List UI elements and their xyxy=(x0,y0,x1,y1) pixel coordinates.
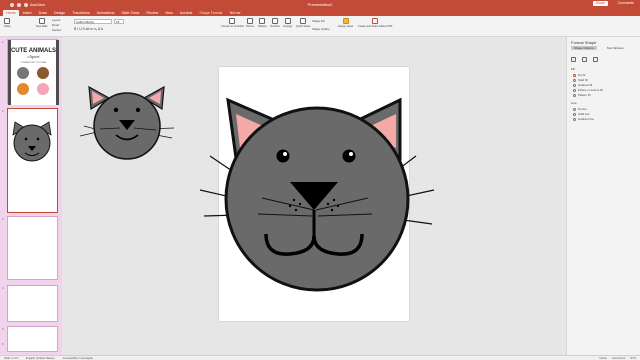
fill-section-header[interactable]: Fill xyxy=(571,67,575,71)
text-box-button[interactable]: Text Box xyxy=(270,18,280,28)
zoom-level[interactable]: 87% xyxy=(630,356,636,360)
format-pane-title: Format Shape xyxy=(571,40,597,45)
slide-1-subtitle: clipart xyxy=(28,54,41,59)
paste-button[interactable]: Paste xyxy=(4,18,11,28)
new-slide-button[interactable]: New Slide xyxy=(36,18,48,28)
large-cat-shape[interactable] xyxy=(200,96,440,292)
size-properties-icon[interactable] xyxy=(593,57,598,62)
pdf-icon xyxy=(372,18,379,24)
reset-button[interactable]: Reset xyxy=(52,23,59,27)
small-cat-shape[interactable] xyxy=(80,84,176,160)
language-status[interactable]: English (United States) xyxy=(26,356,55,360)
slide-number-3: 3 xyxy=(2,217,4,221)
slide-1-caption: POWERPOINT TUTORIAL xyxy=(20,61,47,64)
slide-number-4: 4 xyxy=(2,286,4,290)
line-option-no-line[interactable]: No line xyxy=(573,107,587,111)
title-bar: AutoSave Presentation2 xyxy=(0,0,640,9)
radio-icon xyxy=(573,78,576,82)
radio-icon xyxy=(573,117,576,121)
fill-line-icon[interactable] xyxy=(571,57,576,62)
shape-outline-button[interactable]: Shape Outline xyxy=(312,27,330,31)
slide-thumbnail-2[interactable] xyxy=(7,108,58,213)
font-format-buttons[interactable]: B I U S ab x² x₂ A A xyxy=(74,27,103,31)
quick-styles-icon xyxy=(300,18,307,24)
picture-button[interactable]: Picture xyxy=(246,18,254,28)
radio-icon xyxy=(573,88,576,92)
slide-count: Slide 2 of 6 xyxy=(4,356,18,360)
text-box-icon xyxy=(271,18,278,24)
comments-button[interactable]: Comments xyxy=(618,1,634,6)
font-name-select[interactable]: Calibri (Body) xyxy=(74,19,112,24)
quick-styles-button[interactable]: Quick Styles xyxy=(296,18,310,28)
radio-icon xyxy=(573,73,576,77)
fill-option-pattern[interactable]: Pattern fill xyxy=(573,93,590,97)
shapes-icon xyxy=(259,18,266,24)
tab-shape-options[interactable]: Shape Options xyxy=(571,46,597,50)
clipboard-icon xyxy=(4,18,11,24)
share-button[interactable]: Share xyxy=(592,1,608,6)
font-size-select[interactable]: 18 xyxy=(114,19,124,24)
layout-button[interactable]: Layout xyxy=(52,18,60,22)
line-section-header[interactable]: Line xyxy=(571,101,577,105)
shapes-button[interactable]: Shapes xyxy=(258,18,267,28)
slide-1-preview: CUTE ANIMALS clipart POWERPOINT TUTORIAL xyxy=(8,40,59,105)
status-bar: Slide 2 of 6 English (United States) Acc… xyxy=(0,355,640,360)
line-option-solid[interactable]: Solid line xyxy=(573,112,589,116)
radio-icon xyxy=(573,83,576,87)
slide-2-preview xyxy=(8,109,57,212)
fill-option-gradient[interactable]: Gradient fill xyxy=(573,83,592,87)
picture-icon xyxy=(247,18,254,24)
slide-number-2: 2 xyxy=(2,109,4,113)
line-option-gradient[interactable]: Gradient line xyxy=(573,117,594,121)
slide-number-6: 6 xyxy=(2,342,4,346)
slide-number-5: 5 xyxy=(2,327,4,331)
radio-icon xyxy=(573,107,576,111)
smartart-icon xyxy=(229,18,236,24)
arrange-button[interactable]: Arrange xyxy=(283,18,292,28)
slide-thumbnail-3[interactable] xyxy=(7,216,58,280)
tab-text-options[interactable]: Text Options xyxy=(607,46,624,50)
convert-smartart-button[interactable]: Convert to SmartArt xyxy=(221,18,244,28)
design-ideas-icon xyxy=(342,18,349,24)
slide-thumbnail-1[interactable]: CUTE ANIMALS clipart POWERPOINT TUTORIAL xyxy=(7,39,59,105)
design-ideas-button[interactable]: Design Ideas xyxy=(338,18,353,28)
slide-thumbnail-4[interactable] xyxy=(7,285,58,322)
accessibility-status[interactable]: Accessibility: Investigate xyxy=(63,356,93,360)
slide-thumbnail-panel[interactable]: 1 CUTE ANIMALS clipart POWERPOINT TUTORI… xyxy=(0,37,62,355)
shape-fill-button[interactable]: Shape Fill xyxy=(312,19,324,23)
arrange-icon xyxy=(284,18,291,24)
new-slide-icon xyxy=(38,18,45,24)
fill-option-no-fill[interactable]: No fill xyxy=(573,73,585,77)
radio-icon xyxy=(573,112,576,116)
ribbon-tabs: Home Insert Draw Design Transitions Anim… xyxy=(0,9,640,16)
document-title: Presentation2 xyxy=(307,2,333,7)
section-button[interactable]: Section xyxy=(52,28,61,32)
effects-icon[interactable] xyxy=(582,57,587,62)
fill-option-solid[interactable]: Solid fill xyxy=(573,78,588,82)
fill-option-picture[interactable]: Picture or texture fill xyxy=(573,88,603,92)
notes-button[interactable]: Notes xyxy=(600,356,607,360)
radio-icon xyxy=(573,93,576,97)
status-comments-button[interactable]: Comments xyxy=(612,356,626,360)
slide-thumbnail-5[interactable] xyxy=(7,326,58,352)
format-shape-pane: Format Shape Shape Options Text Options … xyxy=(566,37,640,355)
create-share-pdf-button[interactable]: Create and Share Adobe PDF xyxy=(358,18,392,28)
slide-number-1: 1 xyxy=(2,40,4,44)
